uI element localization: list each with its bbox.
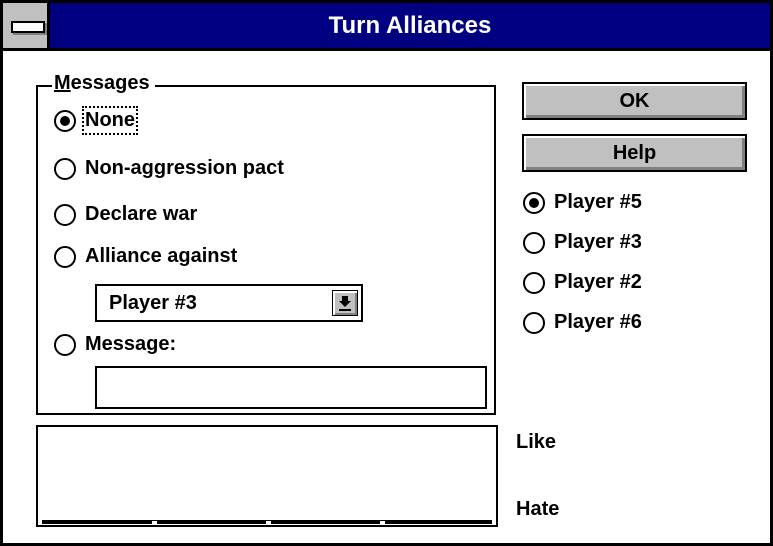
ok-button[interactable]: OK <box>522 82 747 120</box>
window-title: Turn Alliances <box>328 12 492 39</box>
radio-icon <box>523 311 545 334</box>
radio-player-5-label: Player #5 <box>554 191 642 213</box>
alliance-target-select[interactable]: Player #3 <box>95 284 363 322</box>
radio-icon <box>54 333 76 356</box>
radio-selected-icon <box>523 191 545 214</box>
meter-tick <box>266 521 271 524</box>
minus-bar-icon <box>11 21 45 33</box>
help-button[interactable]: Help <box>522 134 747 172</box>
radio-declare-war-label: Declare war <box>85 203 198 225</box>
alliance-target-value: Player #3 <box>109 291 197 314</box>
attitude-meter-panel <box>36 425 498 527</box>
meter-tick <box>380 521 385 524</box>
radio-icon <box>54 157 76 180</box>
radio-player-3-label: Player #3 <box>554 231 642 253</box>
radio-icon <box>523 271 545 294</box>
radio-declare-war[interactable]: Declare war <box>54 203 197 226</box>
title-bar: Turn Alliances <box>3 3 770 51</box>
radio-alliance-against[interactable]: Alliance against <box>54 245 237 268</box>
messages-accelerator-letter: M <box>54 72 71 94</box>
radio-message[interactable]: Message: <box>54 333 176 356</box>
radio-player-6[interactable]: Player #6 <box>523 311 642 334</box>
radio-non-aggression-pact[interactable]: Non-aggression pact <box>54 157 284 180</box>
like-label: Like <box>516 431 557 453</box>
down-arrow-icon <box>339 295 351 311</box>
radio-none[interactable]: None <box>54 106 138 135</box>
radio-icon <box>54 203 76 226</box>
hate-label: Hate <box>516 498 560 520</box>
radio-icon <box>523 231 545 254</box>
radio-player-6-label: Player #6 <box>554 311 642 333</box>
radio-player-3[interactable]: Player #3 <box>523 231 642 254</box>
meter-tick <box>152 521 157 524</box>
radio-message-label: Message: <box>85 333 177 355</box>
radio-alliance-against-label: Alliance against <box>85 245 238 267</box>
radio-player-2-label: Player #2 <box>554 271 642 293</box>
message-text-input[interactable] <box>95 366 487 409</box>
radio-icon <box>54 245 76 268</box>
radio-none-label: None <box>82 106 138 135</box>
radio-selected-icon <box>54 109 76 132</box>
system-menu-button[interactable] <box>3 3 50 48</box>
messages-group-label: Messages <box>52 72 155 95</box>
messages-label-rest: essages <box>70 72 150 94</box>
radio-non-aggression-pact-label: Non-aggression pact <box>85 157 284 179</box>
dropdown-arrow-button[interactable] <box>332 290 358 316</box>
radio-player-5[interactable]: Player #5 <box>523 191 642 214</box>
radio-player-2[interactable]: Player #2 <box>523 271 642 294</box>
